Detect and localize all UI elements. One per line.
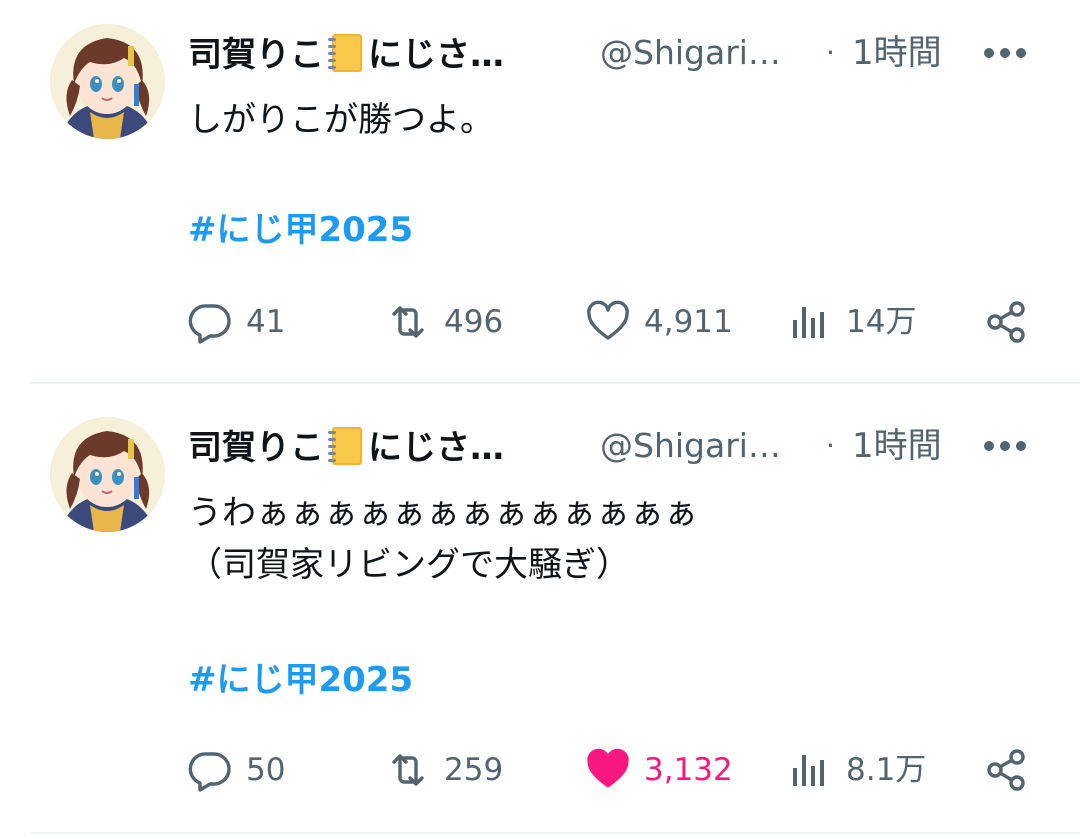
like-count: 3,132 — [644, 752, 733, 788]
retweet-icon — [392, 754, 424, 786]
display-name[interactable]: 司賀りこ にじさ… — [188, 30, 504, 78]
tweet[interactable]: 司賀りこ にじさ… @Shigari… · 1時間 うわぁぁぁぁぁぁぁぁぁぁぁぁぁ… — [0, 385, 1080, 833]
like-button[interactable]: 4,911 — [584, 297, 733, 347]
tweet-text: しがりこが勝つよ。 — [188, 100, 494, 140]
more-options-icon[interactable] — [984, 441, 1026, 453]
analytics-bars-icon — [793, 755, 824, 786]
timeline-feed: 司賀りこ にじさ… @Shigari… · 1時間 しがりこが勝つよ。 #にじ甲2… — [0, 0, 1080, 839]
divider — [30, 832, 1080, 834]
notebook-emoji-icon — [328, 427, 362, 465]
hashtag-link[interactable]: #にじ甲2025 — [188, 207, 413, 253]
display-name-text: 司賀りこ — [188, 35, 324, 75]
timestamp[interactable]: 1時間 — [852, 423, 942, 469]
timestamp[interactable]: 1時間 — [852, 30, 942, 76]
avatar[interactable] — [50, 417, 165, 532]
hashtag-link[interactable]: #にじ甲2025 — [188, 657, 413, 703]
share-icon — [987, 301, 1025, 343]
retweet-count: 259 — [444, 752, 504, 788]
more-options-icon[interactable] — [984, 48, 1026, 60]
user-handle[interactable]: @Shigari… — [600, 30, 781, 76]
share-icon — [987, 749, 1025, 791]
reply-button[interactable]: 41 — [186, 297, 285, 347]
retweet-count: 496 — [444, 304, 504, 340]
like-count: 4,911 — [644, 304, 733, 340]
notebook-emoji-icon — [328, 34, 362, 72]
separator-dot: · — [826, 429, 835, 462]
reply-count: 50 — [246, 752, 286, 788]
avatar[interactable] — [50, 24, 165, 139]
retweet-button[interactable]: 259 — [384, 745, 503, 795]
tweet-header: 司賀りこ にじさ… @Shigari… · 1時間 — [188, 423, 1048, 473]
views-button[interactable]: 8.1万 — [786, 745, 926, 795]
tweet-text: うわぁぁぁぁぁぁぁぁぁぁぁぁぁ （司賀家リビングで大騒ぎ） — [188, 493, 698, 585]
display-name-text-end: にじさ… — [368, 428, 504, 468]
share-button[interactable] — [982, 745, 1030, 795]
display-name-text: 司賀りこ — [188, 428, 324, 468]
tweet[interactable]: 司賀りこ にじさ… @Shigari… · 1時間 しがりこが勝つよ。 #にじ甲2… — [0, 0, 1080, 383]
heart-outline-icon — [587, 300, 629, 340]
reply-icon — [188, 752, 231, 792]
reply-count: 41 — [246, 304, 286, 340]
display-name[interactable]: 司賀りこ にじさ… — [188, 423, 504, 471]
views-button[interactable]: 14万 — [786, 297, 916, 347]
tweet-actions: 41 496 4,911 14万 — [186, 297, 1036, 347]
analytics-bars-icon — [793, 307, 824, 338]
tweet-header: 司賀りこ にじさ… @Shigari… · 1時間 — [188, 30, 1048, 80]
display-name-text-end: にじさ… — [368, 35, 504, 75]
avatar-illustration — [50, 24, 165, 139]
separator-dot: · — [826, 36, 835, 69]
retweet-button[interactable]: 496 — [384, 297, 503, 347]
heart-filled-icon — [587, 748, 629, 788]
divider — [30, 382, 1080, 384]
avatar-illustration — [50, 417, 165, 532]
retweet-icon — [392, 306, 424, 338]
reply-button[interactable]: 50 — [186, 745, 285, 795]
share-button[interactable] — [982, 297, 1030, 347]
view-count: 8.1万 — [846, 752, 927, 788]
tweet-actions: 50 259 3,132 8.1万 — [186, 745, 1036, 795]
reply-icon — [188, 304, 231, 344]
like-button[interactable]: 3,132 — [584, 745, 733, 795]
view-count: 14万 — [846, 304, 917, 340]
user-handle[interactable]: @Shigari… — [600, 423, 781, 469]
